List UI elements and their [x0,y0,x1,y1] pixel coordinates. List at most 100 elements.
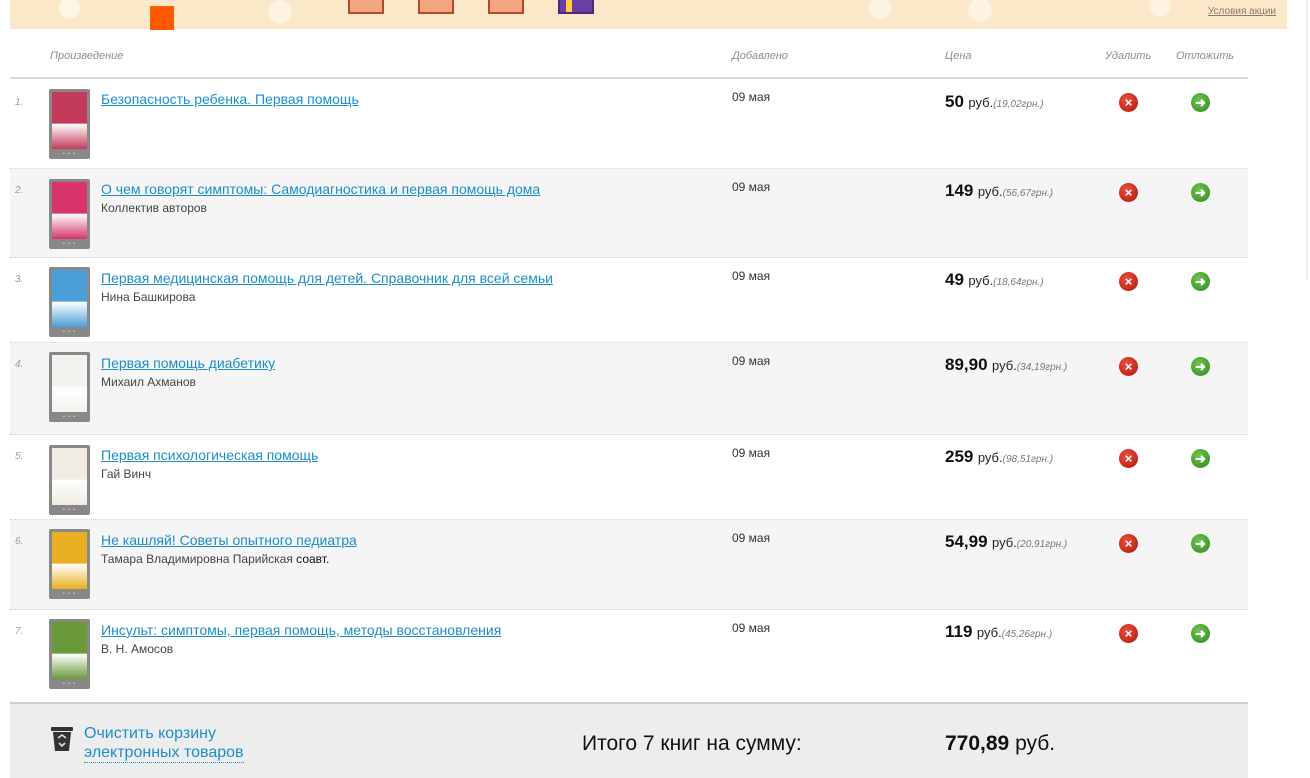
price-currency: руб. [992,358,1017,373]
price-uah: (56,67грн.) [1002,188,1054,199]
defer-icon[interactable]: ➜ [1191,534,1210,553]
book-cover-image [52,532,87,589]
book-title-link[interactable]: Первая помощь диабетику [101,355,275,371]
book-title-link[interactable]: О чем говорят симптомы: Самодиагностика … [101,181,540,197]
price-uah: (45,26грн.) [1001,629,1053,640]
defer-icon[interactable]: ➜ [1191,93,1210,112]
book-author: Михаил Ахманов [101,375,196,389]
price-amount: 50 [945,92,964,111]
promo-book-icon[interactable] [488,0,524,14]
book-cover-image [52,622,87,679]
reader-buttons: • • • [62,241,77,247]
col-defer-header: Отложить [1176,50,1235,62]
book-cover[interactable]: • • • [49,267,90,337]
price-uah: (19,02грн.) [993,99,1044,110]
book-cover-image [52,270,87,327]
price: 89,90 руб.(34,19грн.) [945,355,1067,375]
delete-icon[interactable]: × [1119,534,1138,553]
book-author: В. Н. Амосов [101,642,173,656]
row-number: 7. [15,626,24,637]
price-amount: 54,99 [945,532,988,551]
promo-banner: Условия акции [10,0,1287,30]
book-cover[interactable]: • • • [49,179,90,249]
promo-book-icon[interactable] [418,0,454,14]
delete-icon[interactable]: × [1119,449,1138,468]
added-date: 09 мая [732,354,771,368]
defer-icon[interactable]: ➜ [1191,272,1210,291]
promo-gift-icon[interactable] [558,0,594,14]
added-date: 09 мая [732,269,771,283]
author-name: Михаил Ахманов [101,375,196,389]
price-amount: 259 [945,447,974,466]
trash-icon[interactable] [50,726,74,752]
delete-icon[interactable]: × [1119,272,1138,291]
table-row: 4. • • • Первая помощь диабетику Михаил … [10,343,1248,435]
price-currency: руб. [977,450,1003,465]
price: 50 руб.(19,02грн.) [945,92,1044,112]
price-currency: руб. [968,95,994,110]
delete-icon[interactable]: × [1119,624,1138,643]
book-cover[interactable]: • • • [49,529,90,599]
table-row: 6. • • • Не кашляй! Советы опытного педи… [10,520,1248,610]
delete-icon[interactable]: × [1119,357,1138,376]
row-number: 5. [15,451,24,462]
book-cover-image [52,92,87,149]
defer-icon[interactable]: ➜ [1191,624,1210,643]
promo-conditions-link[interactable]: Условия акции [1208,6,1276,17]
book-author: Коллектив авторов [101,201,207,215]
scroll-edge [1306,0,1308,280]
author-name: Тамара Владимировна Парийская [101,552,293,566]
defer-icon[interactable]: ➜ [1191,183,1210,202]
added-date: 09 мая [732,531,771,545]
col-added-header: Добавлено [732,50,789,62]
price-uah: (98,51грн.) [1002,454,1054,465]
row-number: 3. [15,274,24,285]
col-work-header: Произведение [50,50,124,62]
book-author: Гай Винч [101,467,151,481]
added-date: 09 мая [732,621,771,635]
book-cover[interactable]: • • • [49,89,90,159]
row-number: 1. [15,97,24,108]
book-title-link[interactable]: Безопасность ребенка. Первая помощь [101,91,359,107]
book-cover[interactable]: • • • [49,352,90,422]
price-uah: (20,91грн.) [1016,539,1068,550]
promo-marker [150,6,174,30]
reader-buttons: • • • [62,591,77,597]
book-cover-image [52,182,87,239]
reader-buttons: • • • [62,681,77,687]
reader-buttons: • • • [62,151,77,157]
col-delete-header: Удалить [1105,50,1152,62]
book-author: Нина Башкирова [101,290,195,304]
table-row: 7. • • • Инсульт: симптомы, первая помощ… [10,610,1248,702]
book-title-link[interactable]: Инсульт: симптомы, первая помощь, методы… [101,622,501,638]
reader-buttons: • • • [62,414,77,420]
price: 149 руб.(56,67грн.) [945,181,1053,201]
defer-icon[interactable]: ➜ [1191,357,1210,376]
book-cover[interactable]: • • • [49,445,90,515]
price-currency: руб. [977,184,1003,199]
defer-icon[interactable]: ➜ [1191,449,1210,468]
reader-buttons: • • • [62,329,77,335]
author-name: Гай Винч [101,467,152,481]
promo-book-icon[interactable] [348,0,384,14]
price-currency: руб. [992,535,1017,550]
author-role: соавт. [292,552,330,566]
delete-icon[interactable]: × [1119,93,1138,112]
price: 54,99 руб.(20,91грн.) [945,532,1067,552]
clear-cart-link[interactable]: Очистить корзину электронных товаров [84,724,244,763]
price-amount: 89,90 [945,355,988,374]
book-cover[interactable]: • • • [49,619,90,689]
added-date: 09 мая [732,180,771,194]
clear-cart-line1: Очистить корзину [84,725,216,742]
price-amount: 49 [945,270,964,289]
delete-icon[interactable]: × [1119,183,1138,202]
table-row: 1. • • • Безопасность ребенка. Первая по… [10,79,1248,169]
book-title-link[interactable]: Не кашляй! Советы опытного педиатра [101,532,357,548]
author-name: Коллектив авторов [101,201,207,215]
table-row: 2. • • • О чем говорят симптомы: Самодиа… [10,169,1248,258]
row-number: 6. [15,536,24,547]
book-title-link[interactable]: Первая медицинская помощь для детей. Спр… [101,270,553,286]
author-name: Нина Башкирова [101,290,196,304]
book-title-link[interactable]: Первая психологическая помощь [101,447,318,463]
total-sum: 770,89 руб. [945,732,1055,756]
